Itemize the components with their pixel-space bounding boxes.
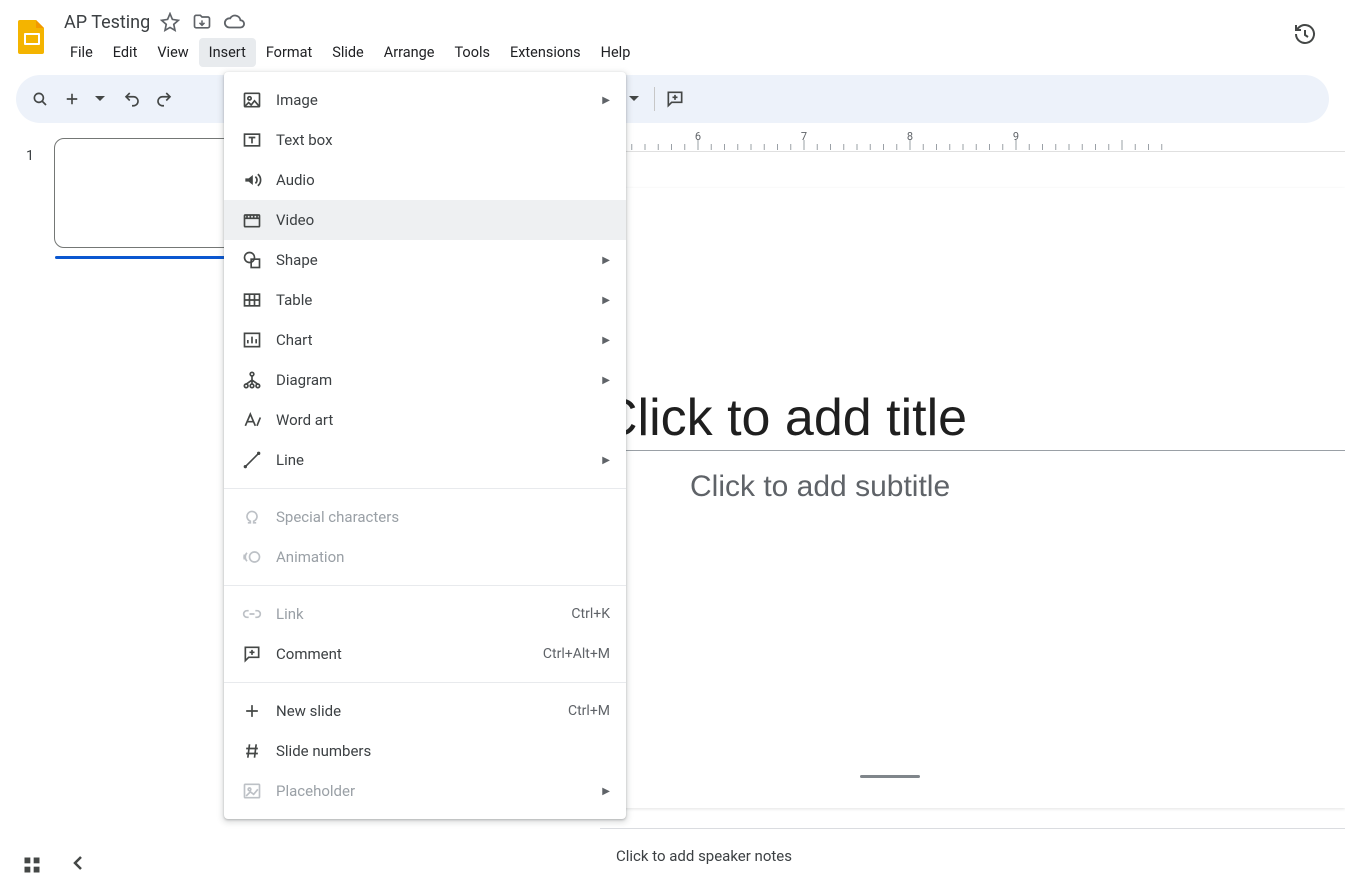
link-icon: [240, 602, 264, 626]
insert-video[interactable]: Video: [224, 200, 626, 240]
menubar: FileEditViewInsertFormatSlideArrangeTool…: [56, 34, 1285, 71]
textbox-icon: [240, 128, 264, 152]
undo-icon[interactable]: [116, 83, 148, 115]
insert-link: LinkCtrl+K: [224, 594, 626, 634]
insert-menu: Image▶Text boxAudioVideoShape▶Table▶Char…: [224, 72, 626, 819]
insert-shape[interactable]: Shape▶: [224, 240, 626, 280]
chevron-right-icon: ▶: [602, 255, 610, 266]
chart-icon: [240, 328, 264, 352]
notes-splitter[interactable]: [860, 775, 920, 778]
chevron-right-icon: ▶: [602, 295, 610, 306]
line-icon: [240, 448, 264, 472]
chevron-right-icon: ▶: [602, 335, 610, 346]
star-icon[interactable]: [158, 10, 182, 34]
audio-icon: [240, 168, 264, 192]
ruler-label: 7: [801, 130, 807, 143]
insert-text-box[interactable]: Text box: [224, 120, 626, 160]
toolbar: [16, 75, 1329, 123]
history-icon[interactable]: [1285, 14, 1325, 54]
chevron-right-icon: ▶: [602, 95, 610, 106]
insert-new-slide[interactable]: New slideCtrl+M: [224, 691, 626, 731]
toolbar-separator: [654, 87, 655, 111]
slides-logo[interactable]: [8, 8, 56, 64]
menu-arrange[interactable]: Arrange: [374, 38, 445, 67]
insert-audio[interactable]: Audio: [224, 160, 626, 200]
insert-chart[interactable]: Chart▶: [224, 320, 626, 360]
menu-insert[interactable]: Insert: [199, 38, 256, 67]
insert-slide-numbers[interactable]: Slide numbers: [224, 731, 626, 771]
menu-slide[interactable]: Slide: [322, 38, 374, 67]
speaker-notes[interactable]: Click to add speaker notes: [600, 828, 1345, 883]
cloud-icon[interactable]: [222, 10, 246, 34]
menu-help[interactable]: Help: [591, 38, 641, 67]
menu-tools[interactable]: Tools: [444, 38, 500, 67]
ruler-label: 8: [907, 130, 913, 143]
grid-view-icon[interactable]: [22, 855, 42, 875]
plus-icon: [240, 699, 264, 723]
shortcut-label: Ctrl+Alt+M: [543, 646, 610, 662]
hash-icon: [240, 739, 264, 763]
slide-thumbnail[interactable]: [54, 138, 234, 248]
menu-separator: [224, 585, 626, 586]
new-slide-button[interactable]: [56, 83, 116, 115]
chevron-right-icon: ▶: [602, 786, 610, 797]
ruler-label: 6: [695, 130, 701, 143]
search-icon[interactable]: [24, 83, 56, 115]
title-placeholder[interactable]: Click to add title: [600, 388, 1345, 448]
collapse-filmstrip-icon[interactable]: [70, 855, 86, 875]
chevron-right-icon: ▶: [602, 375, 610, 386]
table-icon: [240, 288, 264, 312]
shortcut-label: Ctrl+M: [568, 703, 610, 719]
insert-word-art[interactable]: Word art: [224, 400, 626, 440]
insert-diagram[interactable]: Diagram▶: [224, 360, 626, 400]
menu-file[interactable]: File: [60, 38, 103, 67]
menu-separator: [224, 488, 626, 489]
menu-extensions[interactable]: Extensions: [500, 38, 591, 67]
shortcut-label: Ctrl+K: [571, 606, 610, 622]
insert-animation: Animation: [224, 537, 626, 577]
omega-icon: [240, 505, 264, 529]
doc-title[interactable]: AP Testing: [64, 12, 150, 33]
video-icon: [240, 208, 264, 232]
insert-special-characters: Special characters: [224, 497, 626, 537]
menu-format[interactable]: Format: [256, 38, 322, 67]
insert-table[interactable]: Table▶: [224, 280, 626, 320]
menu-edit[interactable]: Edit: [103, 38, 148, 67]
wordart-icon: [240, 408, 264, 432]
image-icon: [240, 88, 264, 112]
menu-view[interactable]: View: [147, 38, 198, 67]
new-slide-caret-icon[interactable]: [84, 83, 116, 115]
insert-placeholder: Placeholder▶: [224, 771, 626, 811]
shape-icon: [240, 248, 264, 272]
move-icon[interactable]: [190, 10, 214, 34]
subtitle-placeholder[interactable]: Click to add subtitle: [690, 470, 950, 504]
insert-image[interactable]: Image▶: [224, 80, 626, 120]
insert-line[interactable]: Line▶: [224, 440, 626, 480]
motion-icon: [240, 545, 264, 569]
insert-comment[interactable]: CommentCtrl+Alt+M: [224, 634, 626, 674]
chevron-right-icon: ▶: [602, 455, 610, 466]
placeholder-icon: [240, 779, 264, 803]
add-comment-icon[interactable]: [659, 83, 691, 115]
diagram-icon: [240, 368, 264, 392]
redo-icon[interactable]: [148, 83, 180, 115]
menu-separator: [224, 682, 626, 683]
slide-number: 1: [26, 148, 34, 164]
ruler-label: 9: [1013, 130, 1019, 143]
comment-icon: [240, 642, 264, 666]
